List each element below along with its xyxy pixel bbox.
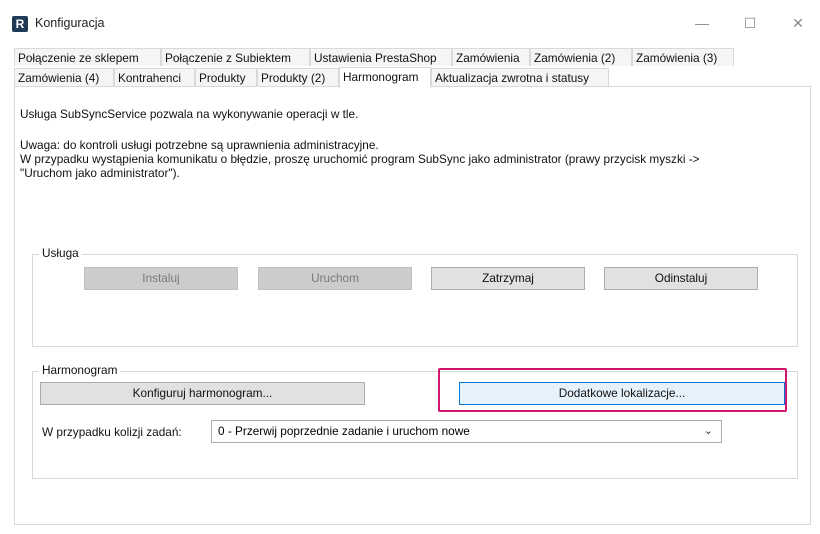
extra-locations-button[interactable]: Dodatkowe lokalizacje... xyxy=(459,382,785,405)
tab-zamowienia-4[interactable]: Zamówienia (4) xyxy=(14,68,114,86)
stop-service-button[interactable]: Zatrzymaj xyxy=(431,267,585,290)
tab-aktualizacja-zwrotna[interactable]: Aktualizacja zwrotna i statusy xyxy=(431,68,609,86)
app-logo-icon: R xyxy=(12,16,28,32)
install-button[interactable]: Instaluj xyxy=(84,267,238,290)
tab-harmonogram[interactable]: Harmonogram xyxy=(339,67,431,88)
configure-schedule-button[interactable]: Konfiguruj harmonogram... xyxy=(40,382,365,405)
conflict-select[interactable]: 0 - Przerwij poprzednie zadanie i urucho… xyxy=(211,420,722,443)
tab-zamowienia-2[interactable]: Zamówienia (2) xyxy=(530,48,632,66)
close-icon[interactable]: ✕ xyxy=(776,10,820,36)
maximize-icon[interactable]: ☐ xyxy=(728,10,772,36)
conflict-label: W przypadku kolizji zadań: xyxy=(42,425,182,439)
tab-zamowienia[interactable]: Zamówienia xyxy=(452,48,530,66)
conflict-select-value: 0 - Przerwij poprzednie zadanie i urucho… xyxy=(218,424,470,438)
tab-produkty[interactable]: Produkty xyxy=(195,68,257,86)
title-bar[interactable]: R Konfiguracja — ☐ ✕ xyxy=(0,0,820,44)
tab-polaczenie-subiekt[interactable]: Połączenie z Subiektem xyxy=(161,48,310,66)
tab-produkty-2[interactable]: Produkty (2) xyxy=(257,68,339,86)
run-service-button[interactable]: Uruchom xyxy=(258,267,412,290)
chevron-down-icon: ⌄ xyxy=(703,425,713,437)
tab-ustawienia-prestashop[interactable]: Ustawienia PrestaShop xyxy=(310,48,452,66)
info-text-run-as-admin: "Uruchom jako administrator"). xyxy=(20,166,180,180)
info-text-warning: Uwaga: do kontroli usługi potrzebne są u… xyxy=(20,138,379,152)
window-title: Konfiguracja xyxy=(35,16,105,30)
tab-kontrahenci[interactable]: Kontrahenci xyxy=(114,68,195,86)
minimize-icon[interactable]: — xyxy=(680,10,724,36)
tab-zamowienia-3[interactable]: Zamówienia (3) xyxy=(632,48,734,66)
info-text-error-hint: W przypadku wystąpienia komunikatu o błę… xyxy=(20,152,700,166)
info-text-service: Usługa SubSyncService pozwala na wykonyw… xyxy=(20,107,359,121)
service-group-label: Usługa xyxy=(39,246,82,260)
schedule-group-label: Harmonogram xyxy=(39,363,121,377)
tab-polaczenie-sklep[interactable]: Połączenie ze sklepem xyxy=(14,48,161,66)
uninstall-button[interactable]: Odinstaluj xyxy=(604,267,758,290)
